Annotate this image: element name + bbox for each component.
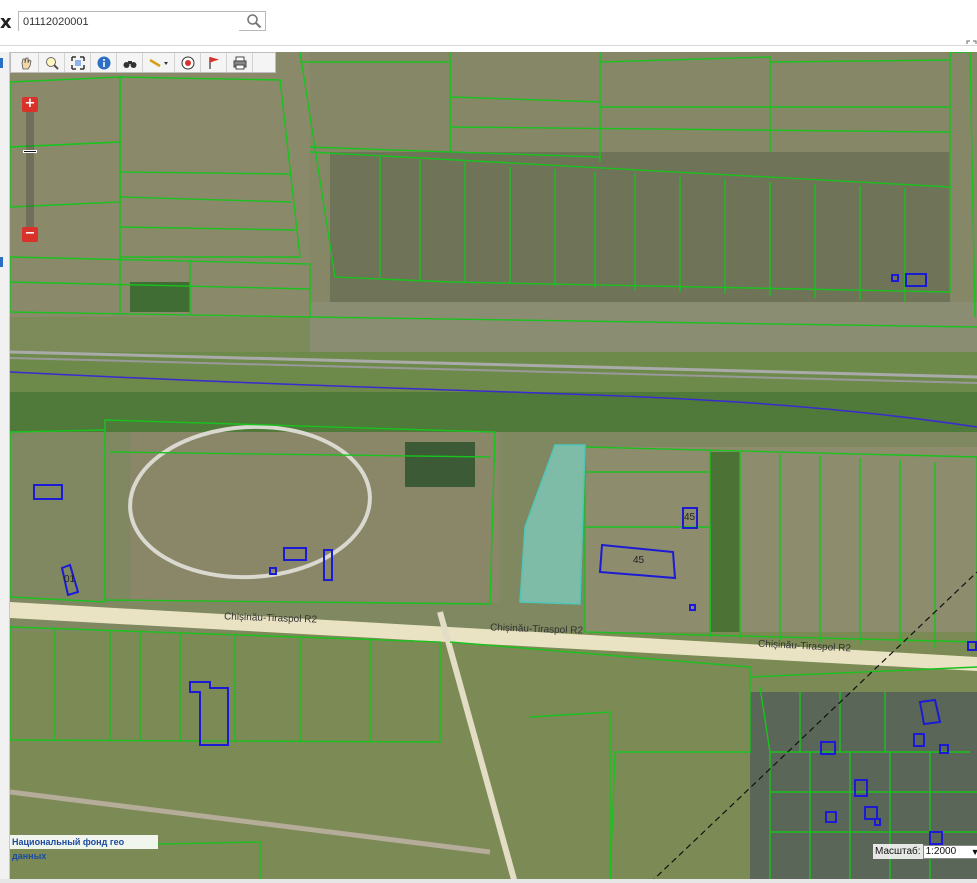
scale-control: Масштаб: 1:2000 ▼ [873, 844, 977, 859]
print-button[interactable] [227, 53, 253, 72]
search-input[interactable] [19, 13, 239, 31]
panel-marker [0, 257, 3, 267]
zoom-extent-icon [45, 56, 59, 70]
chevron-down-icon: ▼ [970, 846, 977, 857]
side-panel-edge[interactable] [0, 52, 10, 883]
panel-marker [0, 58, 3, 68]
target-button[interactable] [175, 53, 201, 72]
print-icon [233, 56, 246, 69]
satellite-map[interactable] [10, 52, 977, 883]
top-bar: x [0, 0, 977, 46]
expand-icon[interactable] [966, 40, 977, 52]
search-icon[interactable] [246, 13, 262, 29]
pan-tool-button[interactable] [13, 53, 39, 72]
binoculars-icon [123, 60, 136, 68]
target-icon [181, 56, 194, 69]
bottom-edge [0, 879, 977, 883]
zoom-track[interactable] [26, 111, 34, 227]
search-box[interactable] [18, 11, 266, 31]
find-button[interactable] [117, 53, 143, 72]
zoom-out-button[interactable]: − [22, 227, 38, 242]
zoom-handle[interactable] [23, 150, 37, 153]
map-toolbar [10, 52, 276, 73]
scale-select[interactable]: 1:2000 ▼ [922, 844, 977, 859]
parcel-number: 01 [64, 574, 76, 585]
measure-dropdown-button[interactable] [143, 53, 175, 72]
parcel-number: 45 [633, 555, 645, 566]
info-button[interactable] [91, 53, 117, 72]
parcel-number: 45 [684, 512, 696, 523]
close-icon[interactable]: x [0, 12, 12, 33]
pan-hand-icon [21, 57, 31, 69]
flag-icon [208, 56, 219, 69]
full-extent-icon [70, 55, 85, 70]
data-credit: Национальный фонд гео данных [10, 835, 158, 861]
full-extent-button[interactable] [65, 53, 91, 72]
zoom-slider[interactable]: + − [22, 97, 38, 243]
measure-dropdown-icon [148, 58, 168, 67]
map-view[interactable]: Chișinău-Tiraspol R2 Chișinău-Tiraspol R… [10, 52, 977, 883]
scale-label: Масштаб: [873, 844, 923, 859]
flag-button[interactable] [201, 53, 227, 72]
info-icon [97, 56, 110, 69]
scale-value: 1:2000 [925, 845, 957, 857]
zoom-extent-button[interactable] [39, 53, 65, 72]
zoom-in-button[interactable]: + [22, 97, 38, 112]
